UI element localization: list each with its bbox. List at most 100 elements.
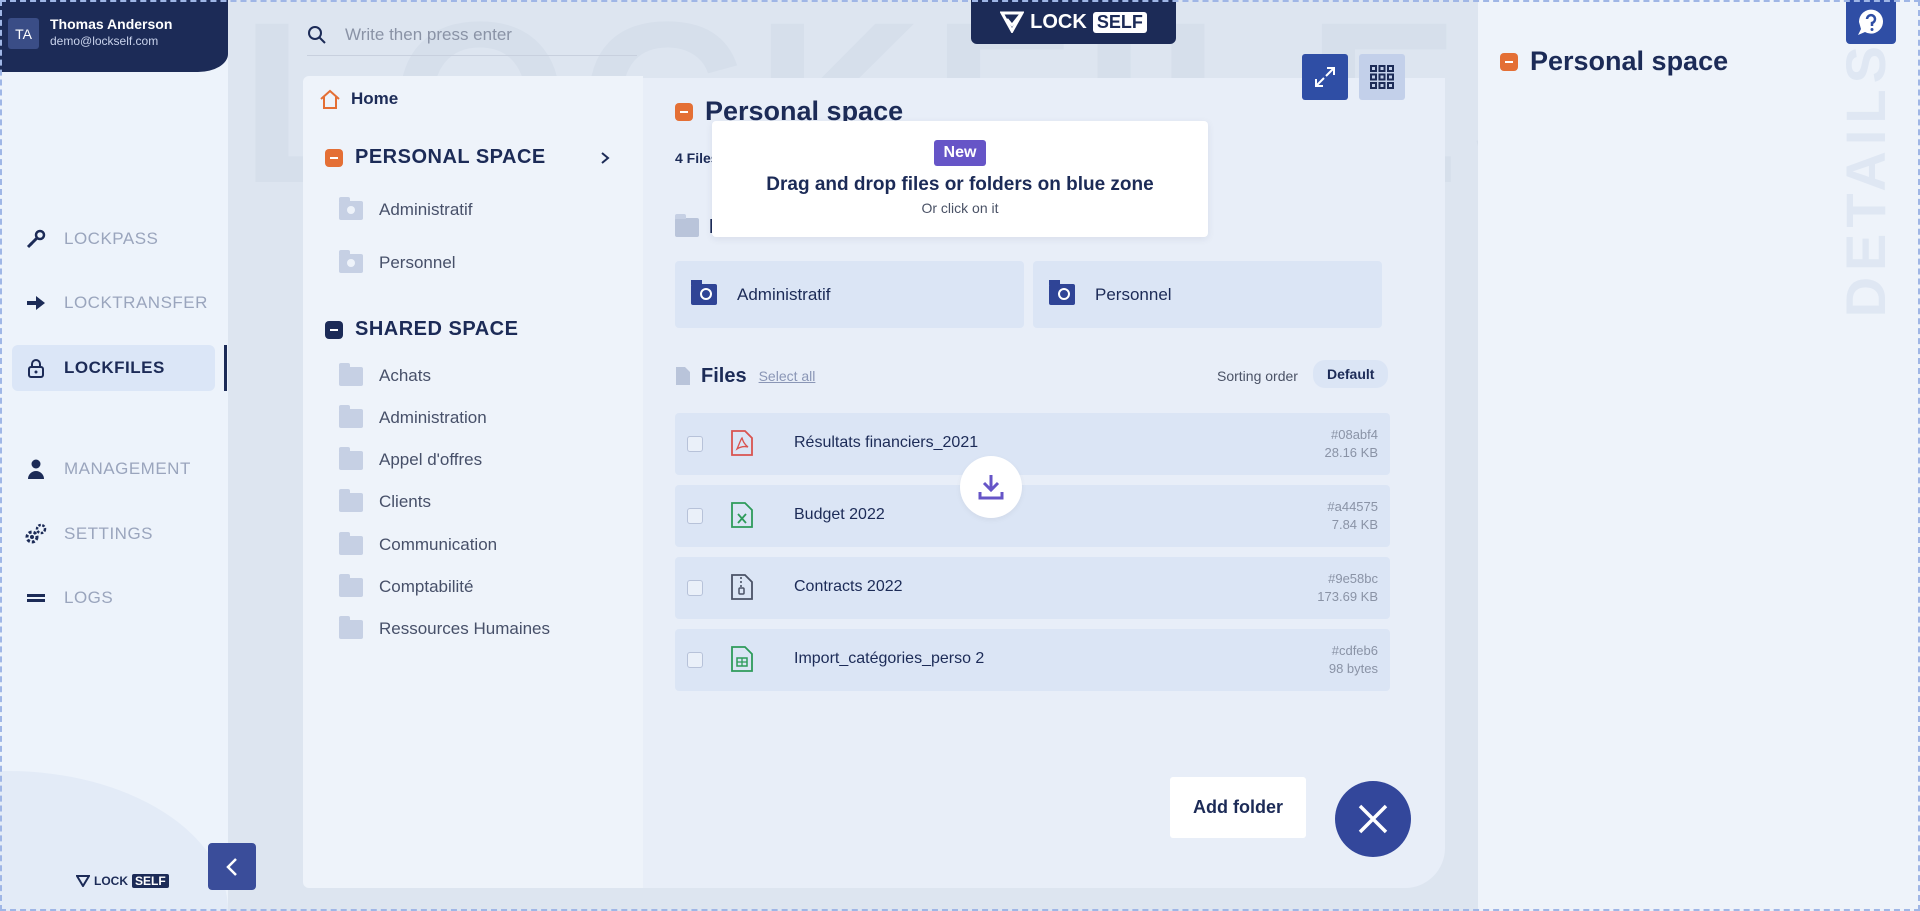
spreadsheet-file-icon (731, 646, 753, 672)
details-title: Personal space (1500, 46, 1728, 77)
left-nav: TA Thomas Anderson demo@lockself.com LOC… (0, 0, 228, 911)
personal-space-title: PERSONAL SPACE (355, 146, 546, 168)
tree-shared-space[interactable]: SHARED SPACE (325, 318, 625, 341)
nav-label-management: MANAGEMENT (64, 459, 191, 478)
help-button[interactable] (1846, 0, 1896, 44)
avatar[interactable]: TA (8, 18, 39, 49)
tree-item-label: Comptabilité (379, 577, 474, 596)
folder-icon (339, 446, 363, 470)
tree-home[interactable]: Home (319, 88, 398, 110)
search-icon (308, 25, 326, 44)
grid-view-button[interactable] (1359, 54, 1405, 100)
file-name: Résultats financiers_2021 (794, 434, 979, 451)
file-hash: #cdfeb6 (1331, 643, 1378, 658)
download-button[interactable] (960, 456, 1022, 518)
add-folder-button[interactable]: Add folder (1170, 777, 1306, 838)
expand-button[interactable] (1302, 54, 1348, 100)
folder-card-administratif[interactable]: Administratif (675, 261, 1024, 328)
close-button[interactable] (1335, 781, 1411, 857)
nav-item-lockpass[interactable]: LOCKPASS (12, 216, 215, 262)
tree-item-comptabilite[interactable]: Comptabilité (339, 573, 474, 597)
folder-tree-panel: Home PERSONAL SPACE Administratif Person… (303, 76, 643, 888)
chevron-right-icon[interactable] (599, 151, 611, 165)
nav-item-locktransfer[interactable]: LOCKTRANSFER (12, 280, 215, 326)
file-hash: #08abf4 (1331, 427, 1378, 442)
user-header[interactable]: TA Thomas Anderson demo@lockself.com (0, 0, 228, 72)
tree-item-label: Personnel (379, 253, 456, 272)
person-icon (24, 457, 48, 481)
file-checkbox[interactable] (687, 436, 703, 452)
tree-item-administratif[interactable]: Administratif (339, 196, 473, 220)
tree-item-administration[interactable]: Administration (339, 404, 487, 428)
nav-label-lockpass: LOCKPASS (64, 229, 159, 248)
tree-item-ressources-humaines[interactable]: Ressources Humaines (339, 615, 551, 639)
logo-lock-text: LOCK (94, 874, 128, 888)
personal-folder-icon (1049, 280, 1075, 305)
search-bar[interactable] (307, 14, 637, 56)
nav-label-settings: SETTINGS (64, 524, 154, 543)
folder-card-label: Administratif (737, 284, 831, 304)
search-input[interactable] (345, 24, 635, 45)
nav-item-logs[interactable]: LOGS (12, 575, 215, 621)
tree-item-achats[interactable]: Achats (339, 362, 431, 386)
collapse-nav-button[interactable] (208, 843, 256, 890)
tree-item-label: Communication (379, 535, 498, 554)
tree-item-label: Administratif (379, 200, 473, 219)
download-icon (978, 475, 1004, 500)
tree-item-label: Appel d'offres (379, 450, 483, 469)
nav-item-management[interactable]: MANAGEMENT (12, 446, 215, 492)
file-size: 173.69 KB (1317, 589, 1378, 604)
key-icon (24, 227, 48, 251)
tree-item-communication[interactable]: Communication (339, 531, 498, 555)
tree-home-label: Home (351, 89, 399, 108)
file-checkbox[interactable] (687, 652, 703, 668)
file-row[interactable]: Contracts 2022 #9e58bc 173.69 KB (675, 557, 1390, 619)
folder-icon (339, 362, 363, 386)
details-watermark: DETAILS (1834, 40, 1897, 318)
nav-item-lockfiles[interactable]: LOCKFILES (12, 345, 215, 391)
personal-space-icon (325, 148, 343, 167)
personal-folder-icon (339, 196, 363, 220)
user-email: demo@lockself.com (50, 34, 159, 48)
files-header: Files Select all Sorting order Default (675, 360, 1390, 388)
file-checkbox[interactable] (687, 580, 703, 596)
file-name: Import_catégories_perso 2 (794, 650, 985, 667)
tree-item-label: Administration (379, 408, 487, 427)
file-row[interactable]: Budget 2022 #a44575 7.84 KB (675, 485, 1390, 547)
file-hash: #9e58bc (1328, 571, 1378, 586)
tree-item-label: Achats (379, 366, 431, 385)
personal-folder-icon (691, 280, 717, 305)
file-name: Contracts 2022 (794, 578, 903, 595)
tree-item-personnel[interactable]: Personnel (339, 249, 456, 273)
nav-item-settings[interactable]: SETTINGS (12, 511, 215, 557)
help-icon (1858, 9, 1883, 35)
zip-file-icon (731, 574, 753, 600)
drag-drop-tooltip: New Drag and drop files or folders on bl… (712, 121, 1208, 237)
pdf-file-icon (731, 430, 753, 456)
lock-icon (24, 356, 48, 380)
tree-personal-space[interactable]: PERSONAL SPACE (325, 146, 625, 169)
files-title: Files (701, 364, 747, 387)
logo-self-text: SELF (132, 874, 169, 888)
file-meta: #a44575 7.84 KB (1327, 498, 1378, 534)
shield-logo-icon (76, 875, 90, 887)
tree-item-appel-doffres[interactable]: Appel d'offres (339, 446, 483, 470)
personal-folder-icon (339, 249, 363, 273)
nav-label-logs: LOGS (64, 588, 114, 607)
personal-space-icon (675, 102, 693, 121)
tree-item-label: Clients (379, 492, 431, 511)
file-checkbox[interactable] (687, 508, 703, 524)
file-row[interactable]: Import_catégories_perso 2 #cdfeb6 98 byt… (675, 629, 1390, 691)
tree-item-label: Ressources Humaines (379, 619, 551, 638)
file-row[interactable]: Résultats financiers_2021 #08abf4 28.16 … (675, 413, 1390, 475)
folder-icon (675, 214, 699, 237)
folder-card-label: Personnel (1095, 284, 1172, 304)
file-size: 28.16 KB (1324, 445, 1379, 460)
folder-card-personnel[interactable]: Personnel (1033, 261, 1382, 328)
file-meta: #08abf4 28.16 KB (1325, 426, 1379, 462)
file-size: 7.84 KB (1331, 517, 1378, 532)
logs-icon (24, 586, 48, 610)
select-all-link[interactable]: Select all (759, 368, 816, 384)
sorting-order-select[interactable]: Default (1313, 360, 1389, 388)
tree-item-clients[interactable]: Clients (339, 488, 431, 512)
